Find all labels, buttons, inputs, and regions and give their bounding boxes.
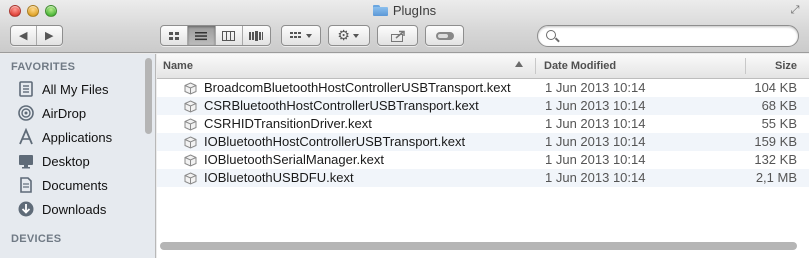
gear-icon: ⚙ <box>337 27 350 43</box>
view-mode-control <box>160 25 271 46</box>
search-field[interactable] <box>537 25 799 47</box>
file-size: 104 KB <box>754 80 797 95</box>
file-size: 68 KB <box>761 98 797 113</box>
file-name: IOBluetoothUSBDFU.kext <box>204 170 354 185</box>
sidebar-item-label: All My Files <box>42 81 109 97</box>
finder-window: PlugIns ⤢ ◀ ▶ ⚙ FAVORITES All My Files A… <box>0 0 809 258</box>
file-date: 1 Jun 2013 10:14 <box>545 134 646 149</box>
column-name-header[interactable]: Name <box>163 54 193 78</box>
kext-bundle-icon <box>184 154 197 167</box>
kext-bundle-icon <box>184 136 197 149</box>
arrange-icon <box>290 31 312 38</box>
file-name: IOBluetoothSerialManager.kext <box>204 152 384 167</box>
sidebar-item-applications[interactable]: Applications <box>17 126 112 148</box>
sort-ascending-icon <box>515 61 523 67</box>
column-size-header[interactable]: Size <box>754 54 797 78</box>
file-size: 55 KB <box>761 116 797 131</box>
search-icon <box>546 30 556 40</box>
file-date: 1 Jun 2013 10:14 <box>545 98 646 113</box>
titlebar: PlugIns ⤢ ◀ ▶ ⚙ <box>0 0 809 53</box>
sidebar-item-label: Documents <box>42 177 108 193</box>
share-button[interactable] <box>377 25 418 46</box>
column-view-icon <box>222 30 236 41</box>
column-divider[interactable] <box>535 58 536 74</box>
kext-bundle-icon <box>184 82 197 95</box>
sidebar-item-airdrop[interactable]: AirDrop <box>17 102 86 124</box>
table-row[interactable]: CSRBluetoothHostControllerUSBTransport.k… <box>157 97 809 115</box>
share-icon <box>390 30 405 42</box>
airdrop-icon <box>18 105 34 121</box>
column-divider[interactable] <box>745 58 746 74</box>
table-row[interactable]: CSRHIDTransitionDriver.kext 1 Jun 2013 1… <box>157 115 809 133</box>
file-date: 1 Jun 2013 10:14 <box>545 80 646 95</box>
file-date: 1 Jun 2013 10:14 <box>545 152 646 167</box>
kext-bundle-icon <box>184 118 197 131</box>
file-name: CSRBluetoothHostControllerUSBTransport.k… <box>204 98 479 113</box>
sidebar-item-label: Downloads <box>42 201 107 217</box>
column-header: Name Date Modified Size <box>157 54 809 79</box>
kext-bundle-icon <box>184 100 197 113</box>
all-files-icon <box>19 81 33 97</box>
coverflow-view-icon <box>249 30 264 41</box>
list-view-icon <box>195 31 208 40</box>
forward-icon: ▶ <box>45 30 54 42</box>
forward-button[interactable]: ▶ <box>37 26 62 45</box>
applications-icon <box>19 128 33 145</box>
sidebar-item-label: Desktop <box>42 153 90 169</box>
icon-view-icon <box>169 31 180 40</box>
column-view-button[interactable] <box>216 26 243 45</box>
table-row[interactable]: IOBluetoothHostControllerUSBTransport.ke… <box>157 133 809 151</box>
favorites-header: FAVORITES <box>11 61 76 73</box>
column-date-header[interactable]: Date Modified <box>544 54 616 78</box>
file-size: 159 KB <box>754 134 797 149</box>
file-name: BroadcomBluetoothHostControllerUSBTransp… <box>204 80 511 95</box>
kext-bundle-icon <box>184 172 197 185</box>
file-size: 132 KB <box>754 152 797 167</box>
arrange-button[interactable] <box>281 25 321 46</box>
documents-icon <box>20 177 32 193</box>
file-list: Name Date Modified Size BroadcomBluetoot… <box>157 54 809 258</box>
sidebar-scrollbar[interactable] <box>145 58 152 134</box>
back-button[interactable]: ◀ <box>11 26 37 45</box>
file-name: CSRHIDTransitionDriver.kext <box>204 116 372 131</box>
sidebar-item-documents[interactable]: Documents <box>17 174 108 196</box>
tags-toggle-button[interactable] <box>425 25 464 46</box>
file-date: 1 Jun 2013 10:14 <box>545 116 646 131</box>
window-title-area: PlugIns <box>0 3 809 18</box>
window-title: PlugIns <box>392 3 437 18</box>
desktop-icon <box>19 155 33 169</box>
sidebar-item-label: Applications <box>42 129 113 145</box>
sidebar: FAVORITES All My Files AirDrop Applicati… <box>0 54 156 258</box>
file-size: 2,1 MB <box>755 170 797 185</box>
devices-header: DEVICES <box>11 233 62 245</box>
coverflow-view-button[interactable] <box>243 26 270 45</box>
toggle-icon <box>435 31 454 40</box>
chevron-down-icon <box>352 33 359 38</box>
sidebar-item-label: AirDrop <box>42 105 87 121</box>
table-row[interactable]: IOBluetoothSerialManager.kext 1 Jun 2013… <box>157 151 809 169</box>
table-row[interactable]: IOBluetoothUSBDFU.kext 1 Jun 2013 10:14 … <box>157 169 809 187</box>
table-row[interactable]: BroadcomBluetoothHostControllerUSBTransp… <box>157 79 809 97</box>
sidebar-item-desktop[interactable]: Desktop <box>17 150 90 172</box>
sidebar-item-all-my-files[interactable]: All My Files <box>17 78 108 100</box>
icon-view-button[interactable] <box>161 26 189 45</box>
folder-icon <box>372 5 388 16</box>
file-rows: BroadcomBluetoothHostControllerUSBTransp… <box>157 79 809 187</box>
back-forward-control: ◀ ▶ <box>10 25 63 46</box>
file-date: 1 Jun 2013 10:14 <box>545 170 646 185</box>
list-view-button[interactable] <box>188 26 216 45</box>
sidebar-item-downloads[interactable]: Downloads <box>17 198 106 220</box>
back-icon: ◀ <box>19 30 28 42</box>
fullscreen-icon[interactable]: ⤢ <box>789 4 801 16</box>
action-button[interactable]: ⚙ <box>328 25 370 46</box>
horizontal-scrollbar[interactable] <box>160 242 797 250</box>
file-name: IOBluetoothHostControllerUSBTransport.ke… <box>204 134 466 149</box>
downloads-icon <box>18 201 34 217</box>
